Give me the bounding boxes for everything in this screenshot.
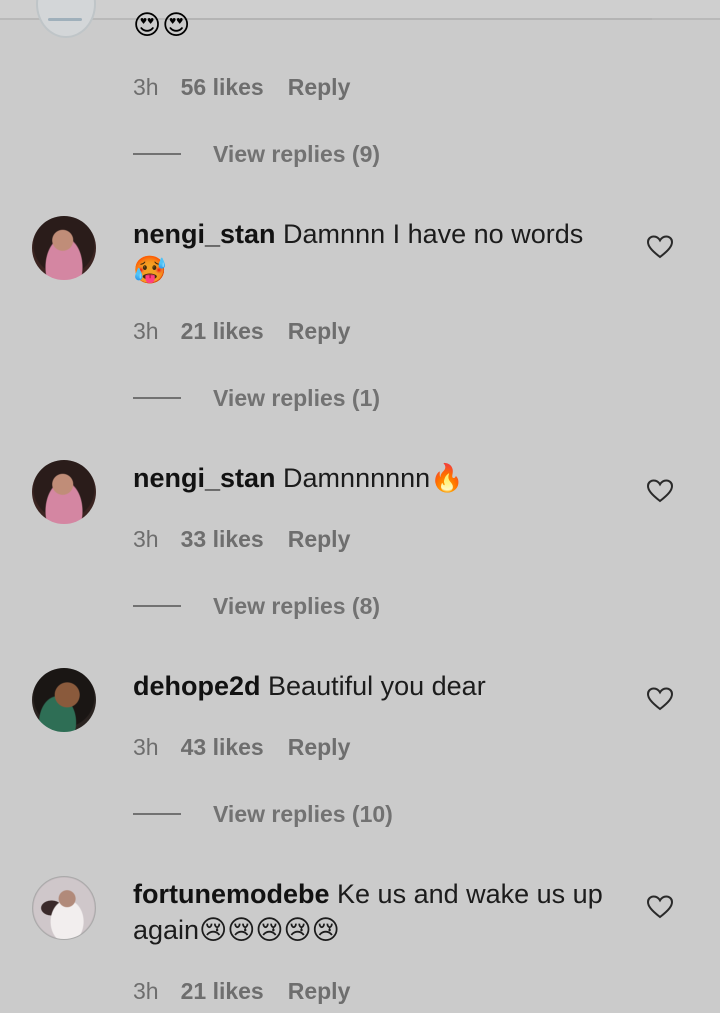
likes-count[interactable]: 56 likes xyxy=(181,74,264,100)
username[interactable]: dehope2d xyxy=(133,671,261,701)
comment-text: nengi_stan Damnnnnnn🔥 xyxy=(133,460,613,497)
comment-body: Damnnnnnn xyxy=(283,463,431,493)
comments-screen: 😍😍 3h 56 likes Reply View replies (9) neng… xyxy=(0,0,720,1013)
avatar[interactable] xyxy=(32,460,96,524)
heart-outline-icon[interactable] xyxy=(647,895,673,919)
username[interactable]: nengi_stan xyxy=(133,463,276,493)
avatar[interactable] xyxy=(36,0,96,38)
comment-emoji: 🥵 xyxy=(133,255,167,286)
view-replies-label: View replies (8) xyxy=(213,593,381,619)
comment-text: nengi_stan Damnnn I have no words 🥵 xyxy=(133,216,613,289)
top-divider xyxy=(0,0,720,20)
comment-body: Beautiful you dear xyxy=(268,671,486,701)
top-divider-inner xyxy=(166,0,652,20)
view-replies-label: View replies (1) xyxy=(213,385,381,411)
divider-dash xyxy=(133,396,181,399)
comment-time: 3h xyxy=(133,978,159,1004)
likes-count[interactable]: 21 likes xyxy=(181,318,264,344)
comment-time: 3h xyxy=(133,318,159,344)
likes-count[interactable]: 33 likes xyxy=(181,526,264,552)
comment-meta: 3h 56 likes Reply xyxy=(133,72,350,102)
avatar[interactable] xyxy=(32,668,96,732)
username[interactable]: nengi_stan xyxy=(133,219,276,249)
comment-meta: 3h 21 likes Reply xyxy=(133,316,350,346)
heart-outline-icon[interactable] xyxy=(647,235,673,259)
view-replies-button[interactable]: View replies (9) xyxy=(133,139,380,169)
reply-button[interactable]: Reply xyxy=(288,978,351,1004)
comment-time: 3h xyxy=(133,526,159,552)
reply-button[interactable]: Reply xyxy=(288,318,351,344)
comment-body: Damnnn I have no words xyxy=(283,219,584,249)
likes-count[interactable]: 21 likes xyxy=(181,978,264,1004)
reply-button[interactable]: Reply xyxy=(288,734,351,760)
comment-emoji: 😢😢😢😢😢 xyxy=(199,915,340,946)
comment-time: 3h xyxy=(133,734,159,760)
likes-count[interactable]: 43 likes xyxy=(181,734,264,760)
view-replies-button[interactable]: View replies (10) xyxy=(133,799,393,829)
comment-text: dehope2d Beautiful you dear xyxy=(133,668,613,704)
view-replies-label: View replies (9) xyxy=(213,141,381,167)
comment-emoji: 😍😍 xyxy=(133,10,192,41)
avatar[interactable] xyxy=(32,876,96,940)
comment-meta: 3h 43 likes Reply xyxy=(133,732,350,762)
divider-dash xyxy=(133,812,181,815)
comment-time: 3h xyxy=(133,74,159,100)
view-replies-button[interactable]: View replies (8) xyxy=(133,591,380,621)
comment-emoji: 🔥 xyxy=(430,463,464,494)
view-replies-label: View replies (10) xyxy=(213,801,393,827)
heart-outline-icon[interactable] xyxy=(647,479,673,503)
comment-meta: 3h 21 likes Reply xyxy=(133,976,350,1006)
view-replies-button[interactable]: View replies (1) xyxy=(133,383,380,413)
reply-button[interactable]: Reply xyxy=(288,526,351,552)
avatar[interactable] xyxy=(32,216,96,280)
divider-dash xyxy=(133,152,181,155)
divider-dash xyxy=(133,604,181,607)
comment-meta: 3h 33 likes Reply xyxy=(133,524,350,554)
username[interactable]: fortunemodebe xyxy=(133,879,330,909)
comment-text: fortunemodebe Ke us and wake us up again… xyxy=(133,876,613,949)
heart-outline-icon[interactable] xyxy=(647,687,673,711)
reply-button[interactable]: Reply xyxy=(288,74,351,100)
